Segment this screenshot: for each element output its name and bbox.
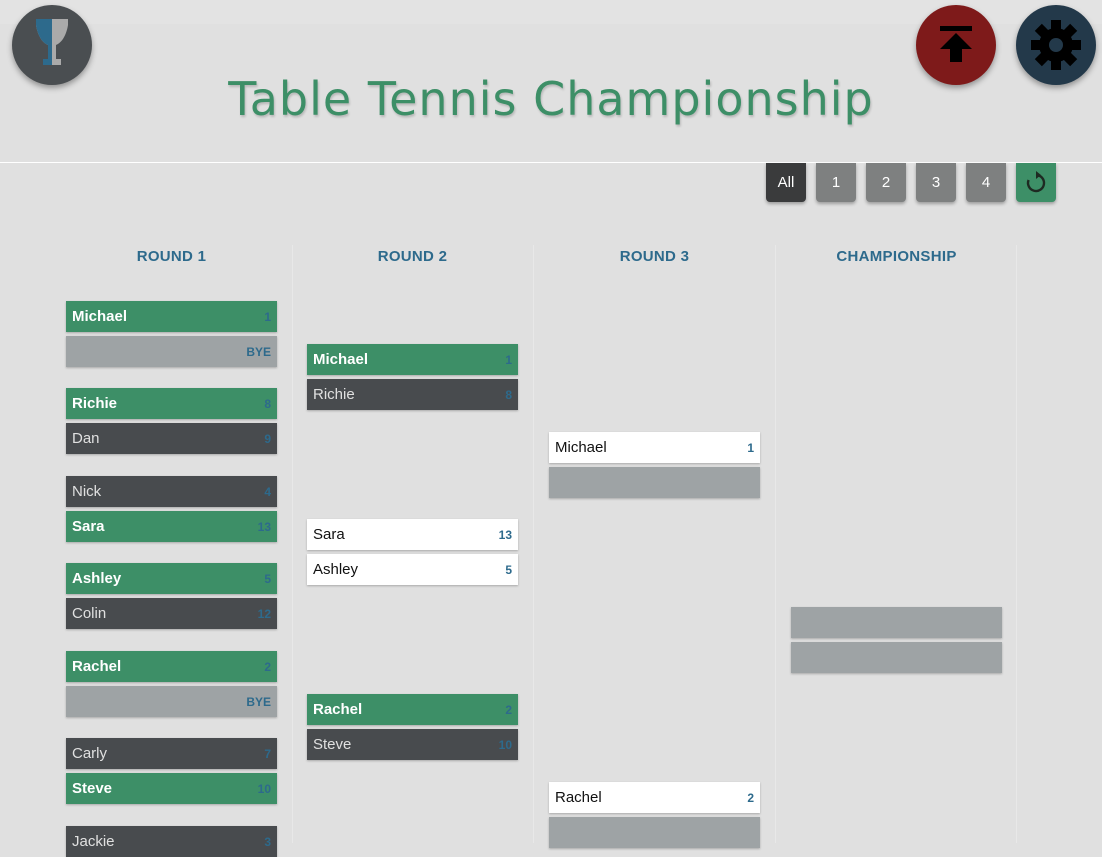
player-name: Sara (72, 518, 105, 535)
player-name: Dan (72, 430, 100, 447)
match-slot[interactable]: BYE (66, 336, 277, 367)
match-slot[interactable]: Rachel 2 (549, 782, 760, 813)
match-slot[interactable]: Michael 1 (66, 301, 277, 332)
match-slot[interactable]: Michael 1 (307, 344, 518, 375)
player-name: Ashley (72, 570, 122, 587)
player-name: Colin (72, 605, 107, 622)
match-slot[interactable]: Richie 8 (66, 388, 277, 419)
round-1-header: ROUND 1 (136, 248, 207, 265)
match-slot[interactable]: Colin 12 (66, 598, 277, 629)
match-slot[interactable]: Rachel 2 (66, 651, 277, 682)
player-name: Steve (313, 736, 352, 753)
filter-round-2-button[interactable]: 2 (866, 163, 906, 202)
upload-button[interactable] (916, 5, 996, 85)
match-slot[interactable]: Sara 13 (307, 519, 518, 550)
match-slot[interactable]: Ashley 5 (307, 554, 518, 585)
filter-round-3-button[interactable]: 3 (916, 163, 956, 202)
player-score: 9 (264, 431, 271, 446)
match-slot[interactable]: Michael 1 (549, 432, 760, 463)
match-slot[interactable]: Richie 8 (307, 379, 518, 410)
match-slot[interactable]: Carly 7 (66, 738, 277, 769)
player-name: Carly (72, 745, 108, 762)
player-name: Michael (72, 308, 128, 325)
match-slot[interactable]: Sara 13 (66, 511, 277, 542)
player-name: Ashley (313, 561, 359, 578)
player-score: 7 (264, 746, 271, 761)
filter-all-button[interactable]: All (766, 163, 806, 202)
bye-label: BYE (246, 694, 271, 709)
match-slot[interactable]: Steve 10 (307, 729, 518, 760)
player-name: Steve (72, 780, 113, 797)
filter-round-1-button[interactable]: 1 (816, 163, 856, 202)
match-slot[interactable]: Dan 9 (66, 423, 277, 454)
settings-button[interactable] (1016, 5, 1096, 85)
player-score: 5 (264, 571, 271, 586)
player-score: 4 (264, 484, 271, 499)
player-score: 8 (505, 387, 512, 402)
column-divider (775, 245, 776, 843)
empty-slot[interactable] (791, 642, 1002, 673)
round-3-header: ROUND 3 (619, 248, 690, 265)
championship-header: CHAMPIONSHIP (836, 248, 957, 265)
match-slot[interactable]: Rachel 2 (307, 694, 518, 725)
match-slot[interactable]: Steve 10 (66, 773, 277, 804)
bye-label: BYE (246, 344, 271, 359)
player-name: Sara (313, 526, 345, 543)
empty-slot[interactable] (549, 467, 760, 498)
match-slot[interactable]: Jackie 3 (66, 826, 277, 857)
player-score: 5 (505, 562, 512, 577)
upload-to-top-icon (940, 26, 972, 62)
empty-slot[interactable] (549, 817, 760, 848)
match-slot[interactable]: Nick 4 (66, 476, 277, 507)
player-name: Rachel (72, 658, 122, 675)
player-score: 12 (257, 606, 271, 621)
player-score: 1 (747, 440, 754, 455)
trophy-icon (36, 19, 68, 65)
player-name: Rachel (313, 701, 363, 718)
player-score: 8 (264, 396, 271, 411)
gear-icon (1031, 20, 1081, 70)
player-name: Jackie (72, 833, 115, 850)
player-name: Richie (313, 386, 355, 403)
trophy-button[interactable] (12, 5, 92, 85)
filter-round-4-button[interactable]: 4 (966, 163, 1006, 202)
round-2-header: ROUND 2 (377, 248, 448, 265)
column-divider (1016, 245, 1017, 843)
round-filter: All 1 2 3 4 (766, 163, 1056, 202)
player-score: 2 (264, 659, 271, 674)
player-score: 2 (747, 790, 754, 805)
match-slot[interactable]: Ashley 5 (66, 563, 277, 594)
player-score: 13 (498, 527, 512, 542)
player-name: Richie (72, 395, 118, 412)
player-score: 1 (264, 309, 271, 324)
player-score: 10 (498, 737, 512, 752)
player-score: 3 (264, 834, 271, 849)
player-score: 1 (505, 352, 512, 367)
player-name: Nick (72, 483, 102, 500)
column-divider (292, 245, 293, 843)
player-score: 13 (257, 519, 271, 534)
match-slot[interactable]: BYE (66, 686, 277, 717)
empty-slot[interactable] (791, 607, 1002, 638)
player-name: Michael (313, 351, 369, 368)
player-name: Rachel (555, 789, 602, 806)
refresh-button[interactable] (1016, 163, 1056, 202)
refresh-icon (1026, 170, 1046, 192)
player-name: Michael (555, 439, 607, 456)
player-score: 10 (257, 781, 271, 796)
column-divider (533, 245, 534, 843)
player-score: 2 (505, 702, 512, 717)
